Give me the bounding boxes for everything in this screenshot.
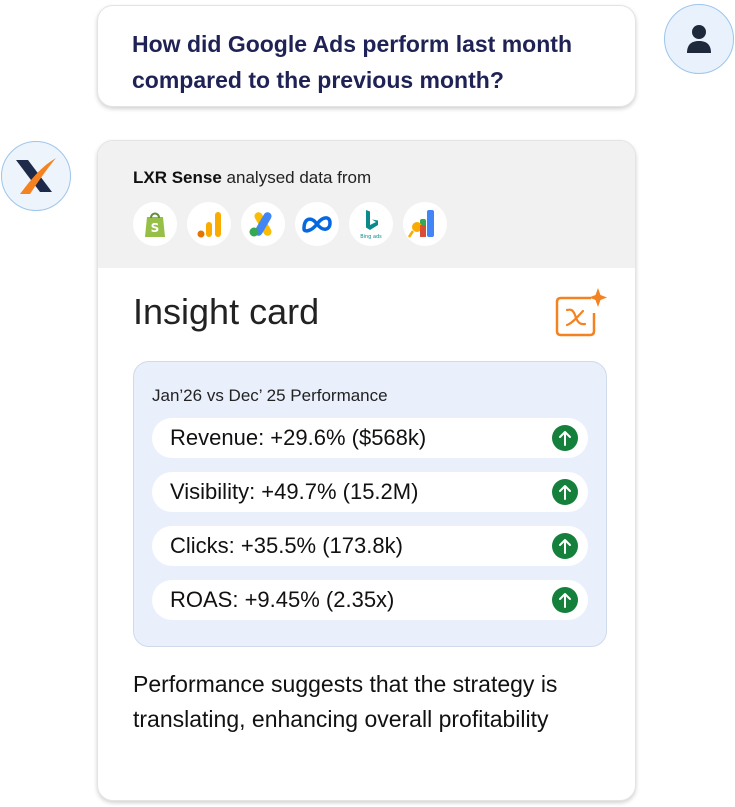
- card-header: LXR Sense analysed data from S Bing ads: [98, 141, 635, 268]
- arrow-up-icon: [552, 587, 578, 613]
- metric-clicks: Clicks: +35.5% (173.8k): [152, 526, 588, 566]
- user-message-bubble: How did Google Ads perform last month co…: [97, 5, 636, 107]
- arrow-up-icon: [552, 479, 578, 505]
- analysed-text: analysed data from: [226, 168, 372, 187]
- analysed-line: LXR Sense analysed data from: [133, 168, 600, 188]
- shopify-icon: S: [145, 212, 165, 237]
- meta-icon: [302, 216, 332, 233]
- insight-card-title: Insight card: [133, 291, 320, 332]
- bot-avatar[interactable]: [1, 141, 71, 211]
- source-meta[interactable]: [295, 202, 339, 246]
- metric-roas: ROAS: +9.45% (2.35x): [152, 580, 588, 620]
- data-sources: S Bing ads: [133, 202, 600, 246]
- source-looker-studio[interactable]: [403, 202, 447, 246]
- user-message-line: compared to the previous month?: [132, 67, 504, 93]
- metric-label: Clicks: +35.5% (173.8k): [170, 533, 403, 558]
- arrow-up-icon: [552, 533, 578, 559]
- google-analytics-icon: [197, 212, 221, 238]
- metric-visibility: Visibility: +49.7% (15.2M): [152, 472, 588, 512]
- metric-label: Visibility: +49.7% (15.2M): [170, 479, 419, 504]
- source-google-analytics[interactable]: [187, 202, 231, 246]
- insight-sparkle-button[interactable]: [553, 287, 609, 346]
- google-ads-icon: [249, 212, 272, 237]
- user-icon: [687, 25, 711, 53]
- metric-label: Revenue: +29.6% ($568k): [170, 425, 427, 450]
- bing-ads-caption: Bing ads: [360, 234, 382, 240]
- svg-text:S: S: [151, 221, 160, 235]
- user-avatar[interactable]: [664, 4, 734, 74]
- metric-label: ROAS: +9.45% (2.35x): [170, 587, 395, 612]
- arrow-up-icon: [552, 425, 578, 451]
- source-bing-ads[interactable]: Bing ads: [349, 202, 393, 246]
- source-shopify[interactable]: S: [133, 202, 177, 246]
- performance-title: Jan’26 vs Dec’ 25 Performance: [152, 386, 388, 405]
- source-google-ads[interactable]: [241, 202, 285, 246]
- metric-revenue: Revenue: +29.6% ($568k): [152, 418, 588, 458]
- insight-summary: Performance suggests that the strategy i…: [133, 671, 558, 732]
- user-message-line: How did Google Ads perform last month: [132, 31, 572, 57]
- brand-name: LXR Sense: [133, 168, 222, 187]
- looker-studio-icon: [408, 210, 434, 238]
- sparkle-x-icon: [555, 288, 607, 337]
- lxr-x-logo-icon: [16, 158, 56, 194]
- performance-panel: Jan’26 vs Dec’ 25 Performance Revenue: +…: [133, 361, 607, 647]
- response-card: LXR Sense analysed data from S Bing ads …: [97, 140, 636, 801]
- bing-ads-icon: Bing ads: [360, 210, 382, 240]
